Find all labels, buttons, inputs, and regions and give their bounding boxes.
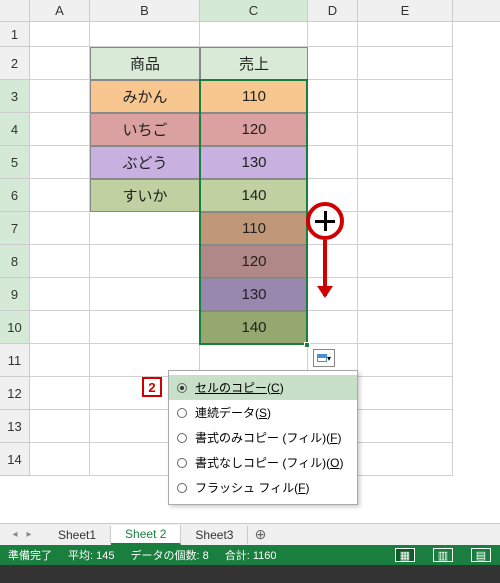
annotation-badge: 2 [142, 377, 162, 397]
cell-c4[interactable]: 120 [200, 113, 308, 146]
sheet-tabs: ◂▸ Sheet1 Sheet 2 Sheet3 ⊕ [0, 523, 500, 545]
cell-b3[interactable]: みかん [90, 80, 200, 113]
tab-sheet1[interactable]: Sheet1 [44, 526, 111, 544]
bottom-border [0, 565, 500, 583]
row-12[interactable]: 12 [0, 377, 30, 410]
cell-b5[interactable]: ぶどう [90, 146, 200, 179]
fill-handle[interactable] [304, 342, 310, 348]
view-layout-button[interactable]: ▥ [433, 548, 453, 562]
cell-c6[interactable]: 140 [200, 179, 308, 212]
col-d[interactable]: D [308, 0, 358, 21]
view-normal-button[interactable]: ▦ [395, 548, 415, 562]
status-ready: 準備完了 [8, 547, 52, 563]
row-10[interactable]: 10 [0, 311, 30, 344]
tab-sheet2[interactable]: Sheet 2 [111, 525, 181, 545]
row-9[interactable]: 9 [0, 278, 30, 311]
col-e[interactable]: E [358, 0, 453, 21]
tab-sheet3[interactable]: Sheet3 [181, 526, 248, 544]
menu-fill-series[interactable]: 連続データ(S) [169, 400, 357, 425]
status-bar: 準備完了 平均: 145 データの個数: 8 合計: 1160 ▦ ▥ ▤ [0, 545, 500, 565]
menu-flash-fill[interactable]: フラッシュ フィル(F) [169, 475, 357, 500]
row-11[interactable]: 11 [0, 344, 30, 377]
tab-nav[interactable]: ◂▸ [0, 529, 44, 540]
col-c[interactable]: C [200, 0, 308, 21]
row-2[interactable]: 2 [0, 47, 30, 80]
menu-fill-format-only[interactable]: 書式のみコピー (フィル)(F) [169, 425, 357, 450]
cursor-crosshair-icon [306, 202, 344, 240]
cell-b2[interactable]: 商品 [90, 47, 200, 80]
row-6[interactable]: 6 [0, 179, 30, 212]
row-7[interactable]: 7 [0, 212, 30, 245]
col-a[interactable]: A [30, 0, 90, 21]
cell-b4[interactable]: いちご [90, 113, 200, 146]
row-1[interactable]: 1 [0, 22, 30, 47]
cell-b6[interactable]: すいか [90, 179, 200, 212]
status-avg: 平均: 145 [68, 547, 114, 563]
cell-c8[interactable]: 120 [200, 245, 308, 278]
autofill-options-button[interactable]: ▾ [313, 349, 335, 367]
status-sum: 合計: 1160 [225, 547, 277, 563]
add-sheet-button[interactable]: ⊕ [248, 526, 272, 543]
autofill-menu: セルのコピー(C) 連続データ(S) 書式のみコピー (フィル)(F) 書式なし… [168, 370, 358, 505]
row-8[interactable]: 8 [0, 245, 30, 278]
cell-c9[interactable]: 130 [200, 278, 308, 311]
cell-c10[interactable]: 140 [200, 311, 308, 344]
menu-fill-no-format[interactable]: 書式なしコピー (フィル)(O) [169, 450, 357, 475]
row-3[interactable]: 3 [0, 80, 30, 113]
menu-copy-cells[interactable]: セルのコピー(C) [169, 375, 357, 400]
column-headers: A B C D E [0, 0, 500, 22]
row-4[interactable]: 4 [0, 113, 30, 146]
view-break-button[interactable]: ▤ [471, 548, 491, 562]
cell-c2[interactable]: 売上 [200, 47, 308, 80]
cell-c3[interactable]: 110 [200, 80, 308, 113]
cell-c5[interactable]: 130 [200, 146, 308, 179]
drag-arrow-icon [323, 240, 327, 296]
cell-c7[interactable]: 110 [200, 212, 308, 245]
row-13[interactable]: 13 [0, 410, 30, 443]
col-b[interactable]: B [90, 0, 200, 21]
row-14[interactable]: 14 [0, 443, 30, 476]
status-count: データの個数: 8 [130, 547, 208, 563]
row-5[interactable]: 5 [0, 146, 30, 179]
